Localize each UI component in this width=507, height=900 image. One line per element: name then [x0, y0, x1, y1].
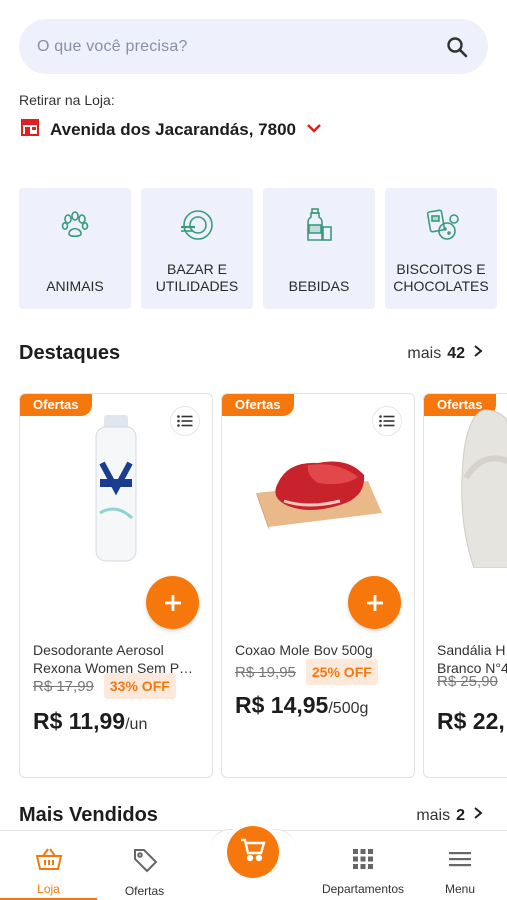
product-image-sandal[interactable] [424, 408, 507, 568]
category-bazar[interactable]: BAZAR E UTILIDADES [141, 188, 253, 309]
nav-departments[interactable]: Departamentos [313, 831, 413, 900]
search-icon[interactable] [444, 34, 470, 60]
nav-label[interactable]: Menu [445, 882, 475, 896]
price-row: R$ 17,99 33% OFF [33, 673, 176, 699]
category-label: BAZAR E UTILIDADES [155, 261, 239, 294]
nav-menu[interactable]: Menu [413, 831, 507, 900]
product-card[interactable]: Ofertas Sandália H Branco N°4 R$ 25,90 R$… [423, 393, 507, 778]
nav-label[interactable]: Loja [37, 882, 60, 896]
store-icon [20, 118, 40, 141]
nav-label[interactable]: Departamentos [322, 882, 404, 896]
pickup-label: Retirar na Loja: [19, 92, 115, 108]
cart-icon[interactable] [240, 838, 266, 867]
best-sellers-more-link[interactable]: mais 2 [416, 806, 485, 825]
nav-label[interactable]: Ofertas [125, 884, 164, 898]
hamburger-icon[interactable] [448, 847, 472, 876]
nav-offers[interactable]: Ofertas [97, 831, 192, 900]
current-price: R$ 14,95/500g [235, 692, 369, 718]
grid-icon[interactable] [351, 847, 375, 876]
highlights-title: Destaques [19, 342, 121, 364]
product-card[interactable]: Ofertas Coxao Mole Bov 500g R$ 19,95 25%… [221, 393, 415, 778]
category-carousel[interactable]: ANIMAIS BAZAR E UTILIDADES BEBIDAS BISCOI… [19, 188, 507, 309]
chevron-down-icon[interactable] [306, 121, 322, 139]
category-label: BEBIDAS [288, 278, 350, 294]
current-price: R$ 11,99/un [33, 708, 148, 734]
product-name[interactable]: Desodorante Aerosol Rexona Women Sem Perf… [33, 641, 200, 677]
chevron-right-icon[interactable] [471, 806, 485, 825]
basket-icon[interactable] [35, 847, 63, 876]
cookies-icon [422, 206, 460, 244]
old-price: R$ 19,95 [235, 663, 296, 681]
product-carousel[interactable]: Ofertas Desodorante Aerosol Rexona Women … [19, 393, 507, 778]
plate-icon [178, 206, 216, 244]
category-label: ANIMAIS [46, 278, 104, 294]
product-image-meat[interactable] [222, 408, 414, 568]
chevron-right-icon[interactable] [471, 344, 485, 363]
category-biscoitos[interactable]: BISCOITOS E CHOCOLATES [385, 188, 497, 309]
tag-icon[interactable] [132, 847, 158, 878]
store-selector[interactable]: Avenida dos Jacarandás, 7800 [20, 118, 322, 141]
more-count[interactable]: 2 [456, 807, 465, 825]
best-sellers-title: Mais Vendidos [19, 804, 158, 826]
add-to-cart-button[interactable] [146, 576, 199, 629]
more-count[interactable]: 42 [447, 345, 465, 363]
store-name[interactable]: Avenida dos Jacarandás, 7800 [50, 120, 296, 140]
cart-button-inner[interactable] [227, 826, 279, 878]
highlights-header: Destaques mais 42 [19, 342, 485, 365]
discount-badge: 25% OFF [305, 659, 378, 685]
old-price: R$ 25,90 [437, 673, 498, 690]
more-label[interactable]: mais [407, 345, 441, 363]
price-row: R$ 25,90 [437, 673, 498, 690]
discount-badge: 33% OFF [103, 673, 176, 699]
category-label: BISCOITOS E CHOCOLATES [393, 261, 489, 294]
product-image-deodorant[interactable] [20, 408, 212, 568]
category-animais[interactable]: ANIMAIS [19, 188, 131, 309]
bottle-icon [300, 206, 338, 244]
product-name[interactable]: Coxao Mole Bov 500g [235, 641, 402, 659]
highlights-more-link[interactable]: mais 42 [407, 344, 485, 363]
add-to-cart-button[interactable] [348, 576, 401, 629]
current-price: R$ 22, [437, 708, 505, 734]
nav-store[interactable]: Loja [0, 831, 97, 900]
cart-button[interactable] [223, 822, 283, 882]
category-bebidas[interactable]: BEBIDAS [263, 188, 375, 309]
price-row: R$ 19,95 25% OFF [235, 659, 378, 685]
product-card[interactable]: Ofertas Desodorante Aerosol Rexona Women … [19, 393, 213, 778]
more-label[interactable]: mais [416, 807, 450, 825]
product-name[interactable]: Sandália H Branco N°4 [437, 641, 507, 677]
search-bar[interactable]: O que você precisa? [19, 19, 488, 74]
old-price: R$ 17,99 [33, 677, 94, 695]
paw-icon [56, 206, 94, 244]
search-placeholder[interactable]: O que você precisa? [37, 38, 444, 56]
